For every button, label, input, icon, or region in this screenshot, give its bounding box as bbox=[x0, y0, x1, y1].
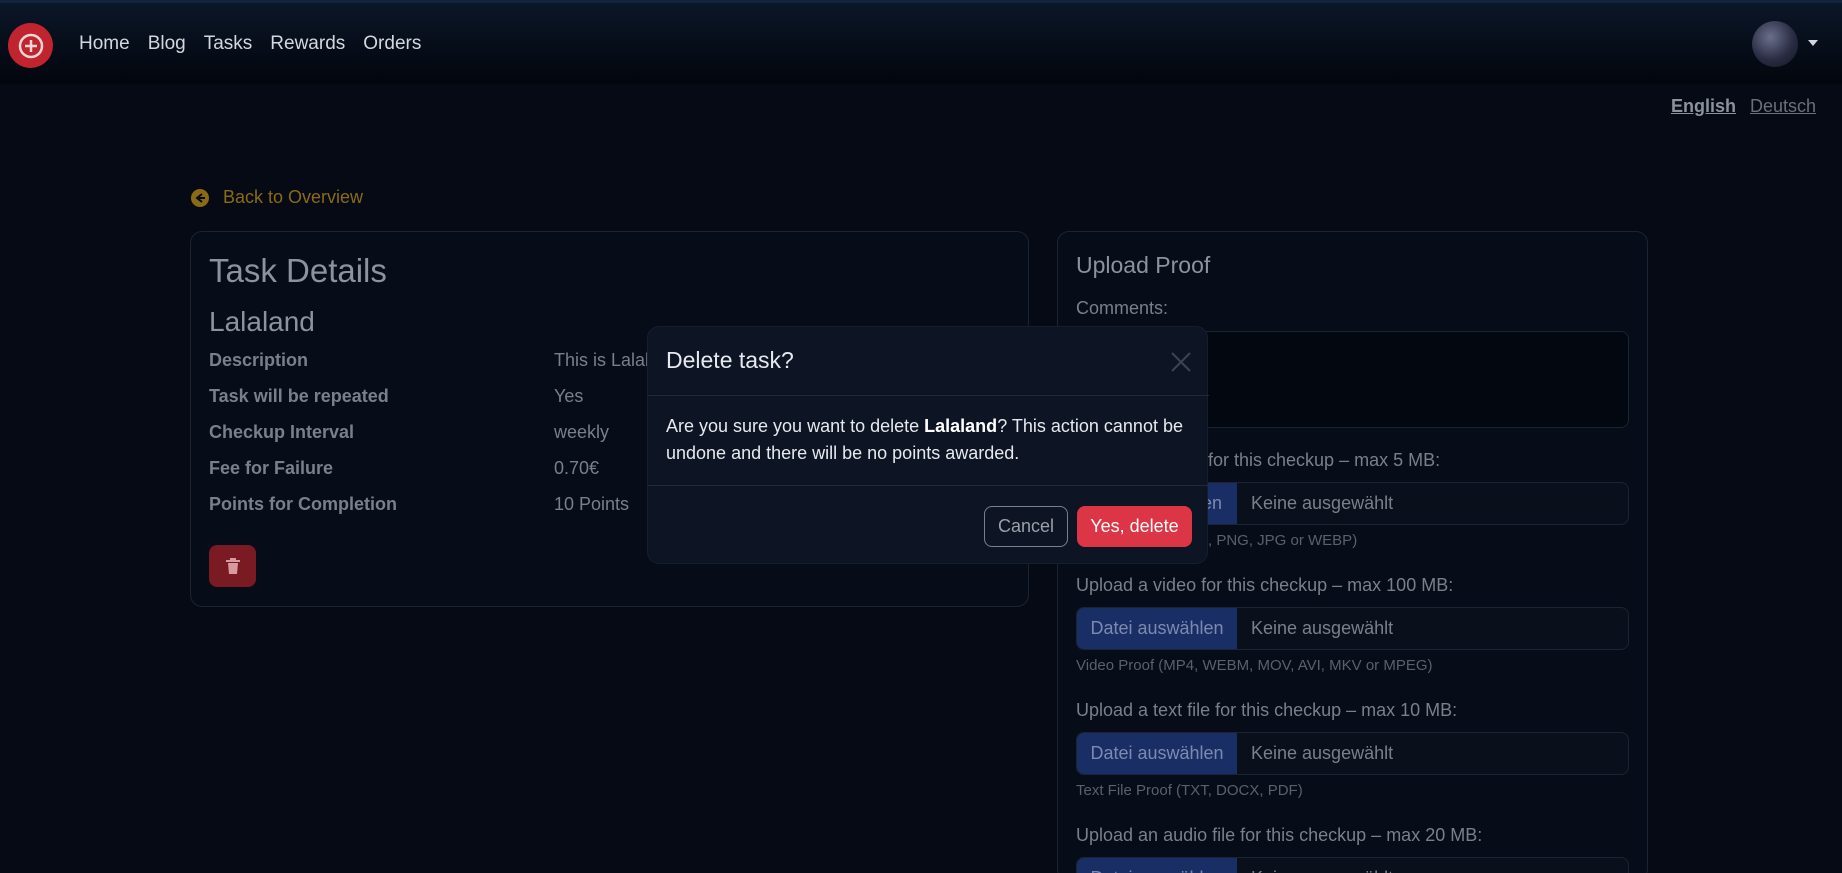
audio-file-input[interactable]: Datei auswählen Keine ausgewählt bbox=[1076, 857, 1629, 873]
nav-link-rewards[interactable]: Rewards bbox=[270, 33, 345, 55]
detail-label: Task will be repeated bbox=[209, 386, 389, 406]
modal-title: Delete task? bbox=[666, 347, 794, 373]
nav-link-tasks[interactable]: Tasks bbox=[204, 33, 253, 55]
detail-value: weekly bbox=[554, 422, 610, 442]
video-upload-label: Upload a video for this checkup – max 10… bbox=[1076, 575, 1454, 595]
nav-link-orders[interactable]: Orders bbox=[363, 33, 421, 55]
modal-divider bbox=[648, 485, 1209, 486]
audio-file-button[interactable]: Datei auswählen bbox=[1077, 858, 1237, 873]
nav-link-blog[interactable]: Blog bbox=[148, 33, 186, 55]
detail-value: Yes bbox=[554, 386, 584, 406]
video-hint: Video Proof (MP4, WEBM, MOV, AVI, MKV or… bbox=[1076, 657, 1433, 674]
audio-file-status: Keine ausgewählt bbox=[1237, 858, 1393, 873]
detail-label: Description bbox=[209, 350, 309, 370]
lang-english-link[interactable]: English bbox=[1671, 96, 1736, 117]
modal-message: Are you sure you want to delete Lalaland… bbox=[666, 416, 1183, 463]
text-hint: Text File Proof (TXT, DOCX, PDF) bbox=[1076, 782, 1303, 799]
delete-task-modal: Delete task? Are you sure you want to de… bbox=[647, 326, 1209, 564]
detail-value: 10 Points bbox=[554, 494, 630, 514]
nav-link-home[interactable]: Home bbox=[79, 33, 130, 55]
task-name: Lalaland bbox=[209, 306, 315, 337]
trash-icon bbox=[225, 558, 240, 574]
text-upload-label: Upload a text file for this checkup – ma… bbox=[1076, 700, 1458, 720]
close-icon[interactable] bbox=[1170, 351, 1192, 373]
image-file-status: Keine ausgewählt bbox=[1251, 493, 1394, 513]
video-file-status: Keine ausgewählt bbox=[1251, 618, 1394, 638]
avatar[interactable] bbox=[1752, 21, 1798, 67]
lang-deutsch-link[interactable]: Deutsch bbox=[1750, 96, 1816, 117]
modal-divider bbox=[648, 395, 1209, 396]
upload-title: Upload Proof bbox=[1076, 252, 1211, 278]
nav-links: Home Blog Tasks Rewards Orders bbox=[79, 33, 421, 55]
audio-upload-label: Upload an audio file for this checkup – … bbox=[1076, 825, 1483, 845]
text-file-input[interactable]: Datei auswählen Keine ausgewählt bbox=[1076, 732, 1629, 775]
logo-icon bbox=[18, 33, 43, 58]
image-hint: , PNG, JPG or WEBP) bbox=[1208, 532, 1358, 549]
page-title: Task Details bbox=[209, 252, 387, 289]
modal-task-name: Lalaland bbox=[924, 416, 998, 436]
detail-label: Fee for Failure bbox=[209, 458, 334, 478]
back-to-overview-link[interactable]: Back to Overview bbox=[191, 187, 363, 208]
detail-label: Points for Completion bbox=[209, 494, 397, 514]
navbar: Home Blog Tasks Rewards Orders bbox=[0, 0, 1842, 84]
chevron-down-icon[interactable] bbox=[1808, 40, 1818, 46]
delete-task-button[interactable] bbox=[209, 545, 256, 587]
detail-label: Checkup Interval bbox=[209, 422, 355, 442]
detail-value: This is Lalal bbox=[554, 350, 650, 370]
back-label: Back to Overview bbox=[223, 187, 364, 207]
brand-logo[interactable] bbox=[8, 23, 53, 68]
video-file-button[interactable]: Datei auswählen bbox=[1077, 608, 1237, 649]
text-file-status: Keine ausgewählt bbox=[1251, 743, 1394, 763]
arrow-left-icon bbox=[191, 188, 209, 207]
detail-value: 0.70€ bbox=[554, 458, 600, 478]
comments-label: Comments: bbox=[1076, 298, 1169, 318]
confirm-delete-button[interactable]: Yes, delete bbox=[1077, 506, 1192, 547]
video-file-input[interactable]: Datei auswählen Keine ausgewählt bbox=[1076, 607, 1629, 650]
cancel-button[interactable]: Cancel bbox=[984, 506, 1068, 547]
image-upload-label: for this checkup – max 5 MB: bbox=[1208, 450, 1441, 470]
text-file-button[interactable]: Datei auswählen bbox=[1077, 733, 1237, 774]
